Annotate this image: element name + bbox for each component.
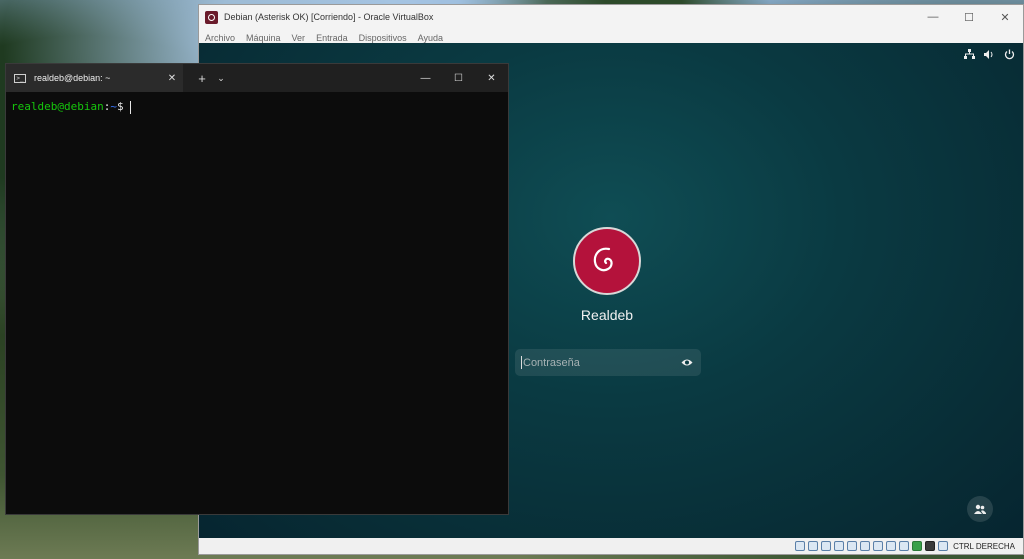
power-icon[interactable] <box>1004 49 1015 63</box>
keyboard-capture-icon[interactable] <box>938 541 949 551</box>
menu-archivo[interactable]: Archivo <box>205 33 235 43</box>
terminal-cursor <box>129 100 131 114</box>
host-key-label: CTRL DERECHA <box>953 541 1015 551</box>
user-name: Realdeb <box>580 307 634 323</box>
usb-icon[interactable] <box>847 541 858 551</box>
network-icon[interactable] <box>964 49 975 63</box>
users-icon <box>974 504 986 514</box>
terminal-icon: >_ <box>14 73 26 83</box>
minimize-button[interactable]: — <box>915 5 951 29</box>
guest-additions-icon[interactable] <box>912 541 923 551</box>
cpu-icon[interactable] <box>899 541 910 551</box>
prompt-symbol: $ <box>116 100 124 113</box>
show-password-icon[interactable] <box>681 357 693 369</box>
menu-maquina[interactable]: Máquina <box>246 33 281 43</box>
text-caret <box>521 356 522 369</box>
vbox-titlebar[interactable]: Debian (Asterisk OK) [Corriendo] - Oracl… <box>199 5 1023 29</box>
hdd-icon[interactable] <box>795 541 806 551</box>
vbox-statusbar: CTRL DERECHA <box>199 538 1023 554</box>
display-icon[interactable] <box>873 541 884 551</box>
close-tab-icon[interactable]: ✕ <box>161 73 183 84</box>
maximize-button[interactable]: ☐ <box>442 64 475 92</box>
terminal-tab[interactable]: >_ realdeb@debian: ~ ✕ <box>6 64 183 92</box>
volume-icon[interactable] <box>984 49 995 63</box>
close-button[interactable]: ✕ <box>475 64 508 92</box>
menu-entrada[interactable]: Entrada <box>316 33 348 43</box>
menu-dispositivos[interactable]: Dispositivos <box>359 33 407 43</box>
shared-folders-icon[interactable] <box>860 541 871 551</box>
maximize-button[interactable]: ☐ <box>951 5 987 29</box>
terminal-window: >_ realdeb@debian: ~ ✕ + ⌄ — ☐ ✕ realdeb… <box>5 63 509 515</box>
mouse-integration-icon[interactable] <box>925 541 936 551</box>
vbox-window-title: Debian (Asterisk OK) [Corriendo] - Oracl… <box>224 12 434 22</box>
debian-swirl-icon <box>593 247 613 272</box>
network-adapter-icon[interactable] <box>834 541 845 551</box>
audio-icon[interactable] <box>821 541 832 551</box>
minimize-button[interactable]: — <box>409 64 442 92</box>
menu-ver[interactable]: Ver <box>292 33 306 43</box>
debian-app-icon <box>205 10 218 24</box>
close-button[interactable]: ✕ <box>987 5 1023 29</box>
prompt-path: ~ <box>110 100 117 113</box>
recording-icon[interactable] <box>886 541 897 551</box>
menu-ayuda[interactable]: Ayuda <box>418 33 443 43</box>
password-field[interactable] <box>515 349 701 376</box>
prompt-user: realdeb@debian <box>11 100 104 113</box>
chevron-down-icon[interactable]: ⌄ <box>213 73 229 84</box>
terminal-output[interactable]: realdeb@debian:~$ <box>6 92 508 122</box>
new-tab-button[interactable]: + <box>191 71 213 86</box>
switch-user-button[interactable] <box>967 496 993 522</box>
terminal-window-controls: — ☐ ✕ <box>409 64 508 92</box>
terminal-tabbar[interactable]: >_ realdeb@debian: ~ ✕ + ⌄ — ☐ ✕ <box>6 64 508 92</box>
optical-drive-icon[interactable] <box>808 541 819 551</box>
user-avatar[interactable] <box>573 227 641 295</box>
gnome-status-area[interactable] <box>964 49 1015 63</box>
terminal-tab-title: realdeb@debian: ~ <box>34 73 111 83</box>
password-input[interactable] <box>523 356 663 369</box>
